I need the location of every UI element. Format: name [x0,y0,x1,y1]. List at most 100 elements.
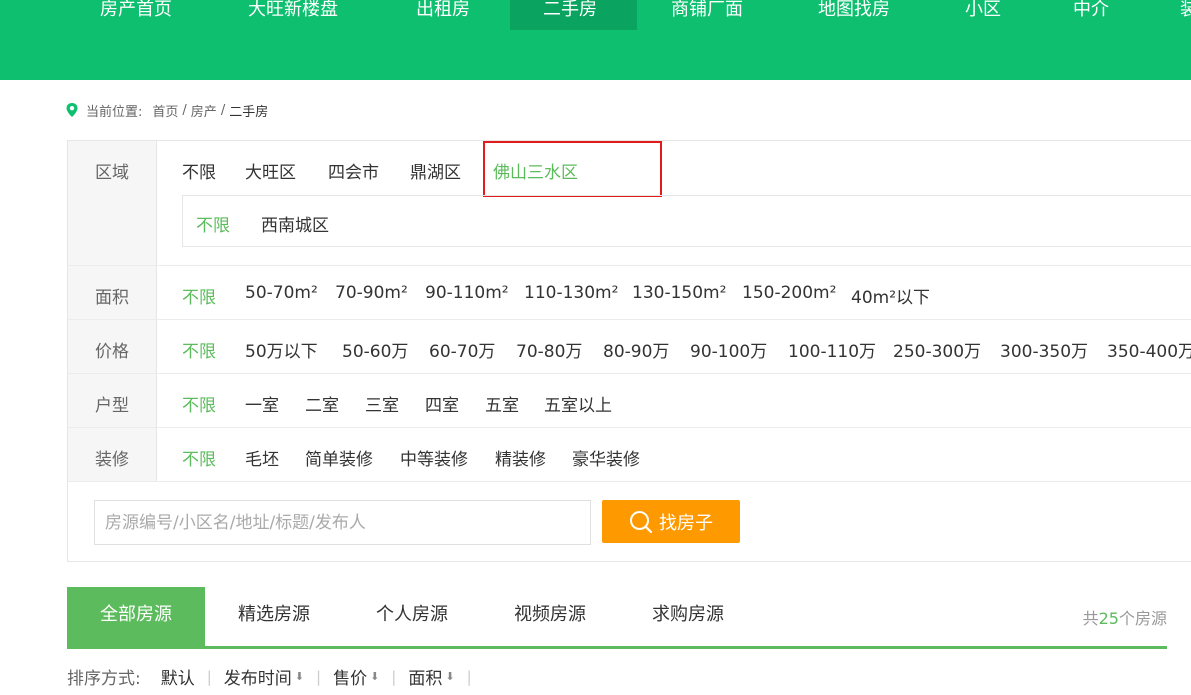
tab-featured[interactable]: 精选房源 [205,587,343,646]
area-option[interactable]: 90-110m² [425,283,509,303]
sort-area-label: 面积 [408,669,443,689]
decor-option[interactable]: 中等装修 [400,445,468,470]
tab-personal[interactable]: 个人房源 [343,587,481,646]
area-option[interactable]: 130-150m² [632,283,726,303]
sub-region-option-selected[interactable]: 不限 [196,211,230,236]
sort-by-area[interactable]: 面积 ⬇ [408,664,454,689]
filter-label-column [68,141,157,481]
sort-default-label: 默认 [160,669,195,689]
search-input[interactable] [94,500,591,545]
listing-tabs: 全部房源 精选房源 个人房源 视频房源 求购房源 共25个房源 [67,587,1167,649]
divider [68,481,1191,482]
decor-option[interactable]: 毛坯 [245,445,279,470]
layout-label: 户型 [95,396,129,416]
decor-option-selected[interactable]: 不限 [182,445,216,470]
arrow-down-icon: ⬇ [370,670,380,683]
layout-option[interactable]: 二室 [305,391,339,416]
decor-option[interactable]: 简单装修 [305,445,373,470]
filter-panel: 区域 不限 大旺区 四会市 鼎湖区 佛山三水区 不限 西南城区 面积 不限 50… [67,140,1191,562]
breadcrumb-current: 二手房 [229,104,269,120]
tab-video[interactable]: 视频房源 [481,587,619,646]
sort-price-label: 售价 [333,669,368,689]
price-option[interactable]: 50万以下 [245,337,318,362]
layout-option[interactable]: 五室以上 [544,391,612,416]
breadcrumb-property[interactable]: 房产 [191,101,217,120]
divider [68,373,1191,374]
divider: | [316,667,322,686]
listing-count-suffix: 个房源 [1118,609,1167,628]
breadcrumb-separator: / [182,102,187,118]
search-button[interactable]: 找房子 [602,500,740,543]
price-option[interactable]: 250-300万 [893,337,981,362]
listing-count-value: 25 [1098,609,1119,628]
listing-count-prefix: 共 [1082,609,1099,628]
divider: | [206,667,212,686]
top-nav: 房产首页 大旺新楼盘 出租房 二手房 商铺厂面 地图找房 小区 中介 装 [0,0,1191,80]
breadcrumb: 当前位置: 首页 / 房产 / 二手房 [66,100,268,120]
nav-item-rentals[interactable]: 出租房 [416,0,470,30]
layout-option[interactable]: 一室 [245,391,279,416]
sort-by-price[interactable]: 售价 ⬇ [333,664,379,689]
price-option-selected[interactable]: 不限 [182,337,216,362]
sub-region-option[interactable]: 西南城区 [261,211,329,236]
price-label: 价格 [95,342,129,362]
divider [68,427,1191,428]
nav-item-map-search[interactable]: 地图找房 [818,0,890,30]
region-option[interactable]: 四会市 [328,158,379,183]
price-option[interactable]: 100-110万 [788,337,876,362]
price-option[interactable]: 50-60万 [342,337,408,362]
area-label: 面积 [95,288,129,308]
decor-option[interactable]: 精装修 [495,445,546,470]
nav-item-decoration[interactable]: 装 [1180,0,1191,30]
layout-option-selected[interactable]: 不限 [182,391,216,416]
nav-item-property-home[interactable]: 房产首页 [100,0,172,30]
nav-item-shops[interactable]: 商铺厂面 [671,0,743,30]
tab-all-listings[interactable]: 全部房源 [67,587,205,646]
breadcrumb-home[interactable]: 首页 [152,101,178,120]
price-option[interactable]: 90-100万 [690,337,767,362]
listing-count: 共25个房源 [1083,605,1167,629]
region-option[interactable]: 不限 [182,158,216,183]
decor-option[interactable]: 豪华装修 [572,445,640,470]
area-option[interactable]: 150-200m² [742,283,836,303]
region-option[interactable]: 大旺区 [245,158,296,183]
breadcrumb-separator: / [220,102,226,118]
location-pin-icon [66,103,78,117]
nav-item-second-hand[interactable]: 二手房 [510,0,637,30]
price-option[interactable]: 80-90万 [603,337,669,362]
price-option[interactable]: 300-350万 [1000,337,1088,362]
sort-bar: 排序方式: 默认 | 发布时间 ⬇ | 售价 ⬇ | 面积 ⬇ | [67,664,484,690]
area-option[interactable]: 40m²以下 [851,283,930,308]
arrow-down-icon: ⬇ [294,670,305,683]
sort-default[interactable]: 默认 [161,664,195,689]
search-button-label: 找房子 [659,512,713,534]
divider: | [391,667,397,686]
layout-option[interactable]: 五室 [485,391,519,416]
sort-by-time[interactable]: 发布时间 ⬇ [224,664,304,689]
divider: | [466,667,472,686]
area-option-selected[interactable]: 不限 [182,283,216,308]
area-option[interactable]: 70-90m² [335,283,408,303]
highlight-box [483,141,662,197]
price-option[interactable]: 60-70万 [429,337,495,362]
layout-option[interactable]: 四室 [425,391,459,416]
price-option[interactable]: 70-80万 [516,337,582,362]
nav-item-agents[interactable]: 中介 [1073,0,1109,30]
nav-item-new-homes[interactable]: 大旺新楼盘 [248,0,338,30]
sort-time-label: 发布时间 [223,669,292,689]
area-option[interactable]: 110-130m² [524,283,618,303]
region-option[interactable]: 鼎湖区 [410,158,461,183]
nav-item-communities[interactable]: 小区 [965,0,1001,30]
price-option[interactable]: 350-400万 [1107,337,1191,362]
divider [68,319,1191,320]
decor-label: 装修 [95,450,129,470]
sort-label: 排序方式: [67,669,141,689]
divider [68,265,1191,266]
search-icon [630,510,653,533]
sub-region-box: 不限 西南城区 [182,195,1191,247]
tab-wanted[interactable]: 求购房源 [619,587,757,646]
arrow-down-icon: ⬇ [445,670,455,683]
region-label: 区域 [95,163,129,183]
layout-option[interactable]: 三室 [365,391,399,416]
area-option[interactable]: 50-70m² [245,283,318,303]
